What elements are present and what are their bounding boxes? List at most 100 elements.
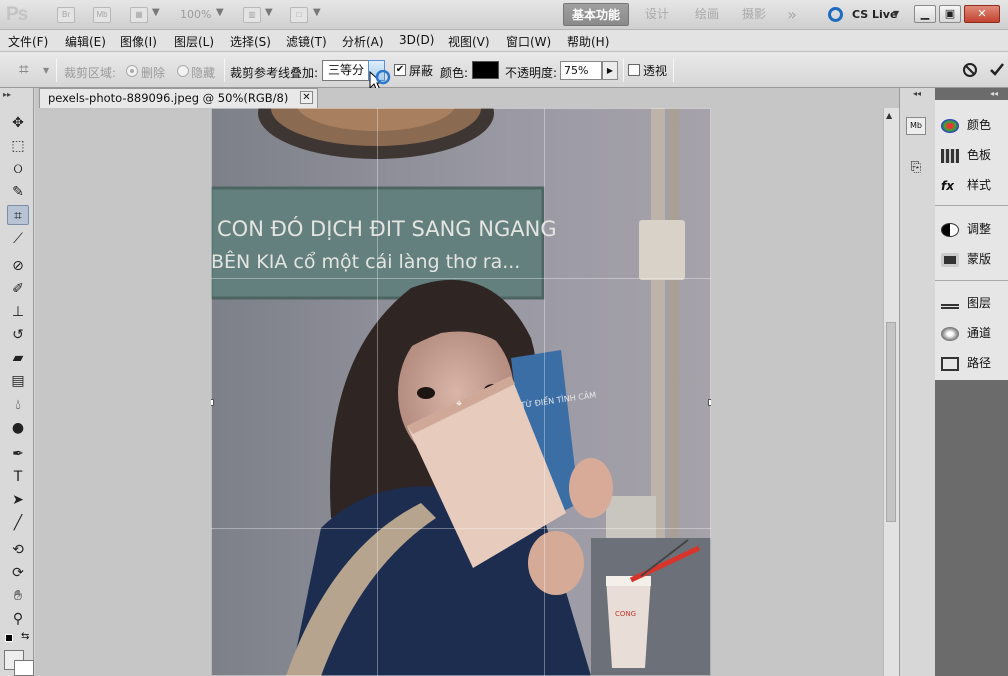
mini-bridge-panel-icon[interactable]: Mb <box>906 117 926 135</box>
chevron-down-icon[interactable]: ▼ <box>152 7 160 18</box>
crop-handle-left[interactable] <box>211 399 214 406</box>
dodge-tool-icon[interactable]: ● <box>7 418 29 438</box>
opacity-input[interactable]: 75% <box>560 61 602 80</box>
close-button[interactable]: ✕ <box>964 5 1000 23</box>
delete-label: 删除 <box>141 66 166 80</box>
crop-handle-right[interactable] <box>708 399 711 406</box>
panel-styles[interactable]: fx 样式 <box>941 173 1001 197</box>
panel-swatches[interactable]: 色板 <box>941 143 1001 167</box>
move-tool-icon[interactable]: ✥ <box>7 113 29 133</box>
chevron-down-icon[interactable]: ▼ <box>265 7 273 18</box>
panel-adjustments[interactable]: 调整 <box>941 217 1001 241</box>
panel-styles-label: 样式 <box>967 178 992 192</box>
type-tool-icon[interactable]: T <box>7 467 29 487</box>
panel-color-label: 颜色 <box>967 118 992 132</box>
chevron-down-icon[interactable]: ▼ <box>216 7 224 18</box>
separator <box>673 58 674 82</box>
swatches-icon <box>941 148 959 163</box>
eyedropper-tool-icon[interactable]: ⟋ <box>7 229 29 249</box>
path-selection-tool-icon[interactable]: ➤ <box>7 490 29 510</box>
quick-selection-tool-icon[interactable]: ✎ <box>7 182 29 202</box>
extras-icon[interactable]: ▦ <box>130 7 148 23</box>
workspace-essentials-button[interactable]: 基本功能 <box>563 3 629 26</box>
background-color-swatch[interactable] <box>14 660 34 676</box>
crop-tool-icon[interactable]: ⌗ <box>7 205 29 225</box>
separator <box>56 58 57 82</box>
collapse-strip-icon[interactable]: ◂◂ <box>913 89 921 98</box>
hide-radio[interactable] <box>177 65 189 77</box>
delete-radio[interactable] <box>126 65 138 77</box>
bridge-button[interactable]: Br <box>57 7 75 23</box>
panel-swatches-label: 色板 <box>967 148 992 162</box>
menu-file[interactable]: 文件(F) <box>8 33 48 50</box>
zoom-tool-icon[interactable]: ⚲ <box>7 609 29 629</box>
default-colors-icon[interactable] <box>5 634 13 642</box>
perspective-label: 透视 <box>643 64 668 78</box>
shield-checkbox[interactable]: ✔ <box>394 64 406 76</box>
arrange-documents-icon[interactable]: ▥ <box>243 7 261 23</box>
shield-color-swatch[interactable] <box>472 61 499 79</box>
screen-mode-icon[interactable]: □ <box>290 7 308 23</box>
separator <box>623 58 624 82</box>
brush-tool-icon[interactable]: ✐ <box>7 279 29 299</box>
clone-stamp-tool-icon[interactable]: ⊥ <box>7 302 29 322</box>
menu-window[interactable]: 窗口(W) <box>506 33 551 50</box>
cs-live-button[interactable]: CS Live <box>852 8 897 21</box>
maximize-button[interactable]: ▣ <box>939 5 961 23</box>
panel-paths[interactable]: 路径 <box>941 351 1001 375</box>
menu-analysis[interactable]: 分析(A) <box>342 33 384 50</box>
eraser-tool-icon[interactable]: ▰ <box>7 348 29 368</box>
workspace-painting-button[interactable]: 绘画 <box>688 3 726 26</box>
menu-select[interactable]: 选择(S) <box>230 33 271 50</box>
3d-rotate-tool-icon[interactable]: ⟲ <box>7 540 29 560</box>
commit-crop-icon[interactable] <box>989 61 1005 77</box>
swap-colors-icon[interactable]: ⇆ <box>21 631 29 642</box>
menu-view[interactable]: 视图(V) <box>448 33 490 50</box>
menu-layer[interactable]: 图层(L) <box>174 33 214 50</box>
menu-3d[interactable]: 3D(D) <box>399 33 434 47</box>
workspace-photography-button[interactable]: 摄影 <box>735 3 773 26</box>
crop-center-marker-icon: ⌖ <box>456 397 463 410</box>
collapse-tools-icon[interactable]: ▸▸ <box>3 90 11 99</box>
history-panel-icon[interactable]: ⎘ <box>906 160 926 178</box>
mini-bridge-button[interactable]: Mb <box>93 7 111 23</box>
healing-brush-tool-icon[interactable]: ⊘ <box>7 256 29 276</box>
panel-channels[interactable]: 通道 <box>941 321 1001 345</box>
scroll-up-icon[interactable]: ▲ <box>886 111 892 120</box>
scrollbar-thumb[interactable] <box>886 322 896 522</box>
blur-tool-icon[interactable]: 💧︎ <box>7 395 29 415</box>
panel-color[interactable]: 颜色 <box>941 113 1001 137</box>
line-tool-icon[interactable]: ╱ <box>7 513 29 533</box>
gradient-tool-icon[interactable]: ▤ <box>7 371 29 391</box>
chevron-down-icon[interactable]: ▼ <box>43 66 49 75</box>
menu-edit[interactable]: 编辑(E) <box>65 33 106 50</box>
cancel-crop-icon[interactable] <box>962 62 978 78</box>
canvas[interactable]: CON ĐÓ DỊCH ĐIT SANG NGANG BÊN KIA cổ mộ… <box>211 108 711 676</box>
history-brush-tool-icon[interactable]: ↺ <box>7 325 29 345</box>
menu-filter[interactable]: 滤镜(T) <box>286 33 327 50</box>
opacity-arrow-icon[interactable]: ▶ <box>602 61 618 80</box>
expand-panels-icon[interactable]: ◂◂ <box>990 89 998 98</box>
3d-orbit-tool-icon[interactable]: ⟳ <box>7 563 29 583</box>
panel-layers[interactable]: 图层 <box>941 291 1001 315</box>
zoom-level[interactable]: 100% <box>180 8 211 21</box>
application-titlebar: Ps Br Mb ▦ ▼ 100% ▼ ▥ ▼ □ ▼ 基本功能 设计 绘画 摄… <box>0 0 1008 30</box>
chevron-down-icon[interactable]: ▼ <box>893 9 899 18</box>
panel-adjustments-label: 调整 <box>967 222 992 236</box>
marquee-tool-icon[interactable]: ⬚ <box>7 136 29 156</box>
chevron-down-icon[interactable]: ▼ <box>313 7 321 18</box>
document-tab[interactable]: pexels-photo-889096.jpeg @ 50%(RGB/8) <box>39 88 318 108</box>
lasso-tool-icon[interactable]: ଠ <box>7 159 29 179</box>
workspace-design-button[interactable]: 设计 <box>638 3 676 26</box>
hand-tool-icon[interactable]: ✋︎ <box>7 586 29 606</box>
minimize-button[interactable]: ▁ <box>914 5 936 23</box>
close-tab-icon[interactable]: ✕ <box>300 91 313 104</box>
crop-tool-preset-icon[interactable]: ⌗ <box>19 60 29 80</box>
menu-image[interactable]: 图像(I) <box>120 33 157 50</box>
panel-masks[interactable]: 蒙版 <box>941 247 1001 271</box>
menu-help[interactable]: 帮助(H) <box>567 33 609 50</box>
more-workspaces-icon[interactable]: » <box>780 3 804 26</box>
pen-tool-icon[interactable]: ✒ <box>7 444 29 464</box>
perspective-checkbox[interactable] <box>628 64 640 76</box>
adjustments-icon <box>941 222 959 237</box>
